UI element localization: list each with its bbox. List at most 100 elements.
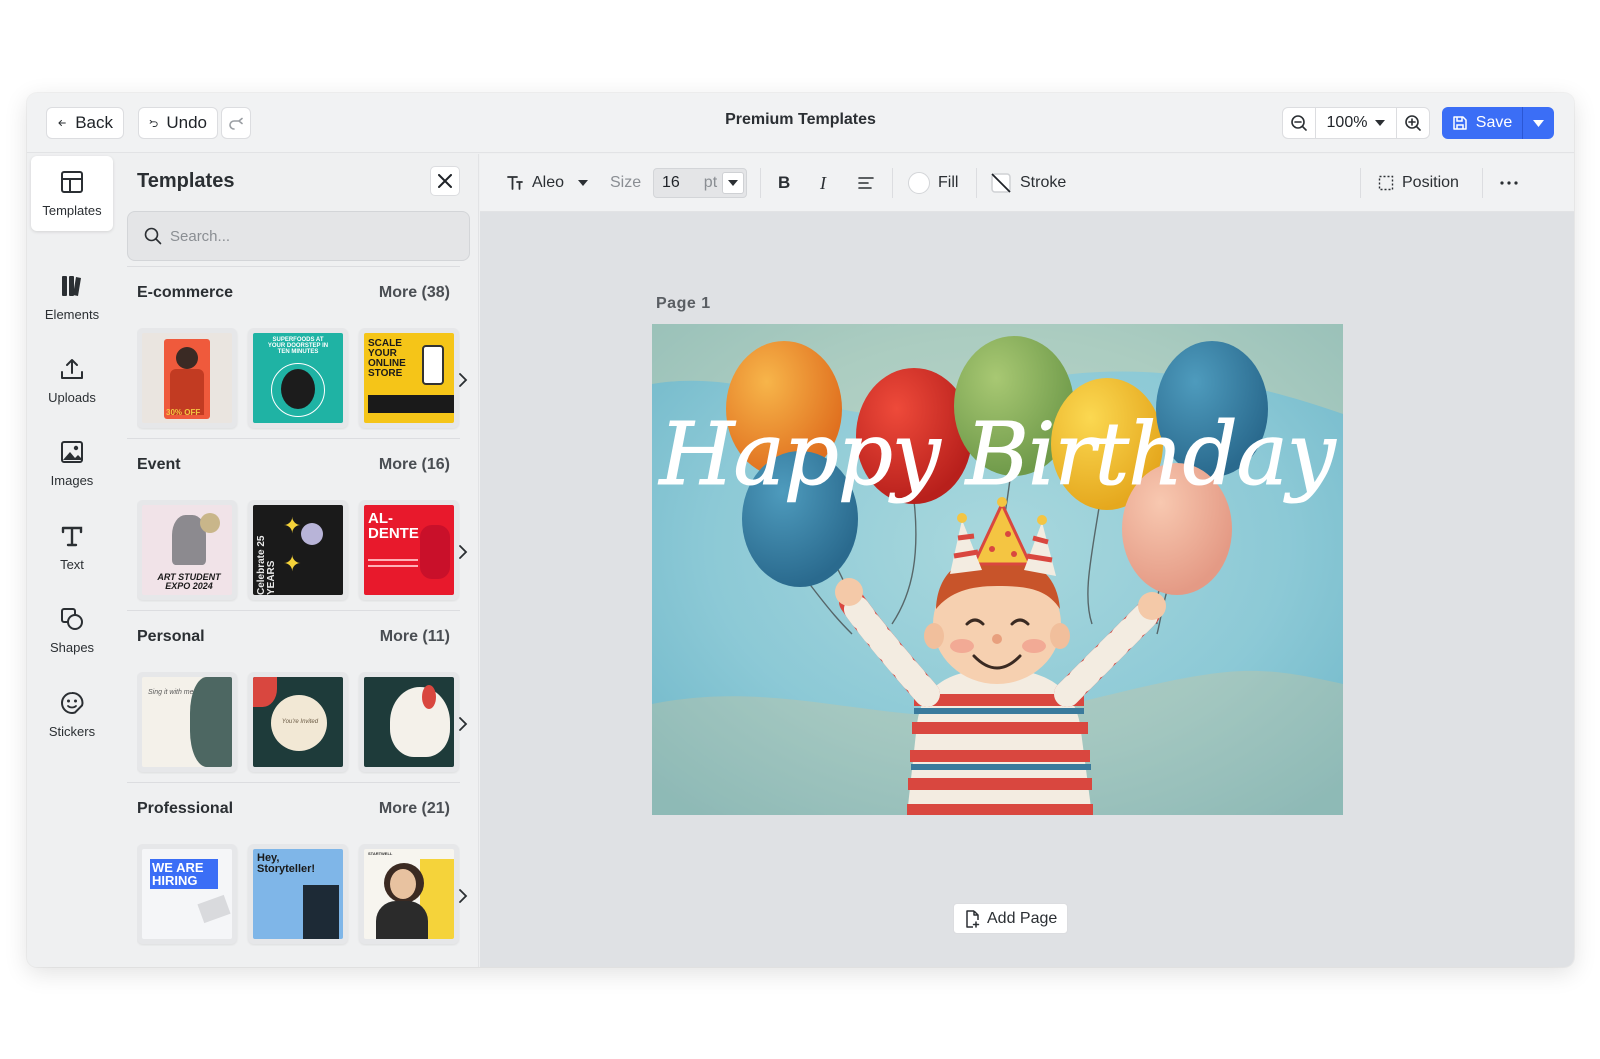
fill-button[interactable]: Fill: [908, 154, 958, 212]
undo-icon: [149, 119, 158, 127]
divider: [127, 438, 460, 439]
more-link[interactable]: More (11): [380, 628, 450, 646]
fill-label: Fill: [938, 174, 959, 191]
artboard[interactable]: Happy Birthday: [652, 324, 1343, 815]
thumb-text: ART STUDENT EXPO 2024: [157, 572, 221, 591]
chevron-right-icon: [458, 889, 467, 903]
panel-title: Templates: [137, 170, 235, 192]
thumb-text: Hey, Storyteller!: [257, 852, 316, 875]
template-thumb[interactable]: STARTWELL: [359, 844, 459, 944]
close-icon: [438, 174, 452, 188]
scroll-right-button[interactable]: [456, 542, 470, 562]
rail-item-text[interactable]: Text: [31, 510, 113, 585]
more-link[interactable]: More (38): [379, 284, 450, 302]
divider: [760, 168, 761, 198]
category-header-personal: Personal More (11): [137, 628, 450, 646]
divider: [1482, 168, 1483, 198]
thumb-text: Sing it with me: [148, 689, 194, 696]
italic-button[interactable]: I: [820, 154, 826, 212]
redo-icon: [229, 117, 243, 130]
template-thumb[interactable]: You're Invited: [248, 672, 348, 772]
save-options-button[interactable]: [1522, 107, 1554, 139]
font-size-input[interactable]: 16 pt: [653, 168, 747, 198]
thumb-text: SCALE YOUR ONLINE STORE: [368, 338, 406, 379]
template-thumb[interactable]: WE ARE HIRING: [137, 844, 237, 944]
size-dropdown-button[interactable]: [722, 172, 744, 194]
rail-item-elements[interactable]: Elements: [31, 260, 113, 335]
rail-label: Shapes: [49, 640, 95, 655]
zoom-out-button[interactable]: [1283, 108, 1315, 138]
templates-panel: Templates E-commerce More (38) 30% OFF: [117, 154, 479, 967]
position-label: Position: [1402, 174, 1459, 191]
divider: [127, 782, 460, 783]
scroll-right-button[interactable]: [456, 886, 470, 906]
text-icon: [61, 526, 83, 547]
thumbs-row-event: ART STUDENT EXPO 2024 Celebrate 25 YEARS…: [137, 500, 460, 602]
shapes-icon: [61, 608, 83, 630]
template-thumb[interactable]: SUPERFOODS AT YOUR DOORSTEP IN TEN MINUT…: [248, 328, 348, 428]
left-rail: Templates Elements Uploads Images Text S…: [27, 154, 115, 967]
search-input[interactable]: [170, 227, 460, 245]
template-thumb[interactable]: Hey, Storyteller!: [248, 844, 348, 944]
font-name: Aleo: [532, 174, 565, 191]
floppy-icon: [1453, 116, 1467, 130]
back-label: Back: [75, 113, 113, 132]
zoom-in-icon: [1405, 115, 1421, 131]
font-family-select[interactable]: Aleo: [506, 154, 589, 212]
category-title: Professional: [137, 800, 234, 817]
format-toolbar: Aleo Size 16 pt B I Fill Stroke Position: [480, 154, 1574, 212]
rail-item-stickers[interactable]: Stickers: [31, 677, 113, 752]
divider: [127, 610, 460, 611]
close-panel-button[interactable]: [430, 166, 460, 196]
top-bar: Back Undo Premium Templates 100% Save: [27, 93, 1574, 153]
template-thumb[interactable]: Celebrate 25 YEARS ✦ ✦: [248, 500, 348, 600]
save-label: Save: [1475, 114, 1513, 131]
more-options-button[interactable]: [1500, 154, 1518, 212]
bold-button[interactable]: B: [778, 154, 790, 212]
size-label: Size: [610, 174, 642, 191]
add-page-button[interactable]: Add Page: [953, 903, 1069, 934]
search-box: [127, 211, 470, 261]
add-page-label: Add Page: [987, 909, 1058, 927]
rail-item-templates[interactable]: Templates: [31, 156, 113, 231]
divider: [127, 266, 460, 267]
more-horizontal-icon: [1500, 181, 1518, 185]
page-label: Page 1: [656, 295, 711, 312]
redo-button[interactable]: [221, 107, 251, 139]
align-left-icon: [858, 177, 874, 189]
undo-button[interactable]: Undo: [138, 107, 218, 139]
size-unit: pt: [703, 174, 718, 191]
category-header-event: Event More (16): [137, 456, 450, 474]
template-thumb[interactable]: Sing it with me: [137, 672, 237, 772]
rail-item-uploads[interactable]: Uploads: [31, 343, 113, 418]
rail-item-shapes[interactable]: Shapes: [31, 593, 113, 668]
category-title: Event: [137, 456, 181, 473]
scroll-right-button[interactable]: [456, 370, 470, 390]
zoom-select[interactable]: 100%: [1315, 108, 1397, 138]
category-header-ecommerce: E-commerce More (38): [137, 284, 450, 302]
stroke-button[interactable]: Stroke: [990, 154, 1066, 212]
back-button[interactable]: Back: [46, 107, 124, 139]
rail-label: Text: [60, 557, 84, 572]
more-link[interactable]: More (16): [379, 456, 450, 474]
zoom-in-button[interactable]: [1397, 108, 1429, 138]
position-button[interactable]: Position: [1378, 154, 1459, 212]
fill-swatch: [908, 172, 930, 194]
more-link[interactable]: More (21): [379, 800, 450, 818]
template-thumb[interactable]: SCALE YOUR ONLINE STORE: [359, 328, 459, 428]
rail-label: Uploads: [48, 390, 96, 405]
thumb-text: WE ARE HIRING: [150, 859, 218, 889]
align-button[interactable]: [858, 154, 874, 212]
thumbs-row-ecommerce: 30% OFF SUPERFOODS AT YOUR DOORSTEP IN T…: [137, 328, 460, 430]
template-thumb[interactable]: AL-DENTE: [359, 500, 459, 600]
template-thumb[interactable]: [359, 672, 459, 772]
template-thumb[interactable]: ART STUDENT EXPO 2024: [137, 500, 237, 600]
scroll-right-button[interactable]: [456, 714, 470, 734]
save-button[interactable]: Save: [1442, 107, 1522, 139]
thumbs-row-personal: Sing it with me You're Invited: [137, 672, 460, 774]
caret-down-icon: [578, 180, 589, 186]
category-header-professional: Professional More (21): [137, 800, 450, 818]
rail-item-images[interactable]: Images: [31, 426, 113, 501]
template-thumb[interactable]: 30% OFF: [137, 328, 237, 428]
font-icon: [507, 176, 523, 190]
